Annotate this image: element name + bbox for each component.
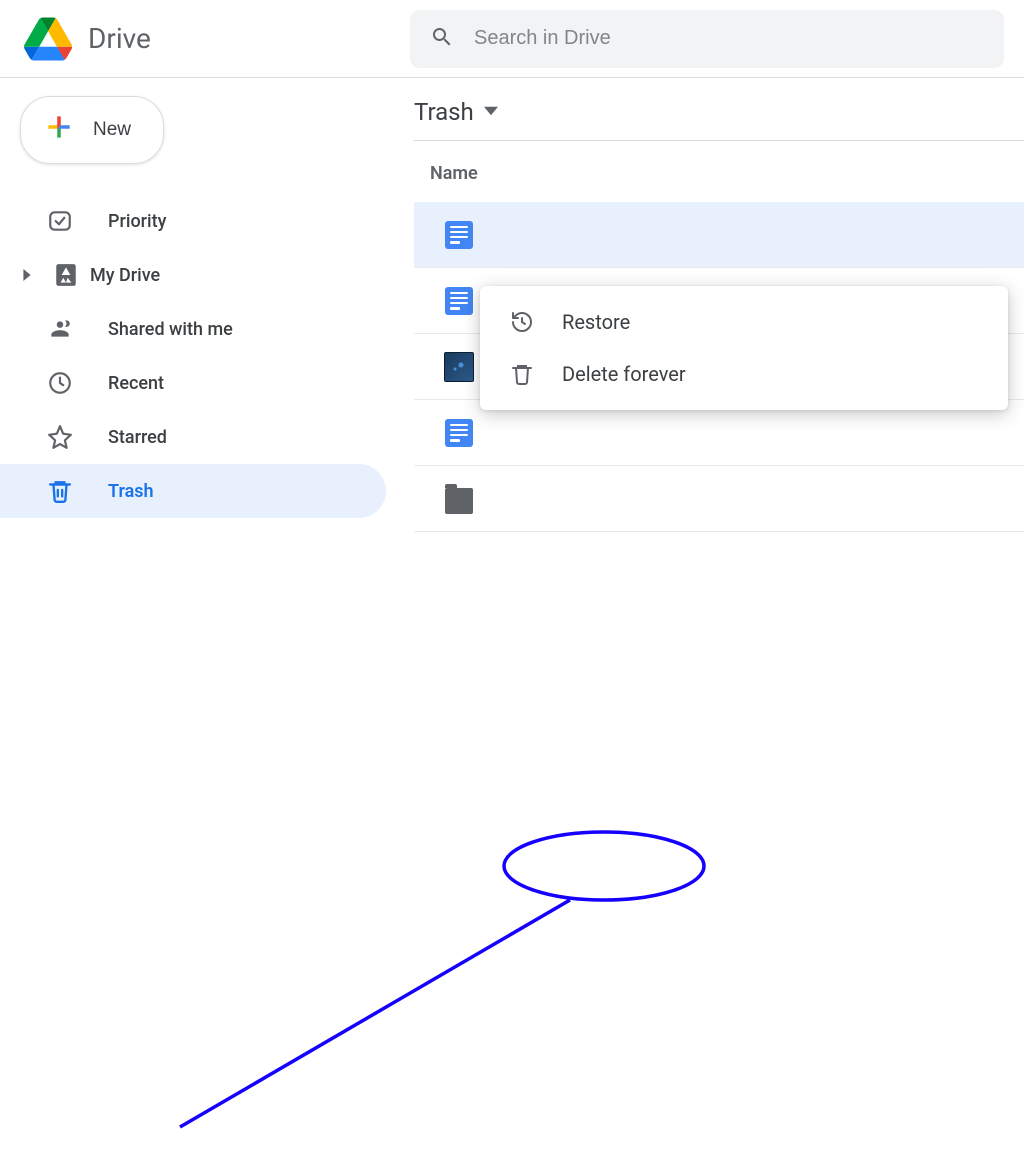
menu-item-restore[interactable]: Restore <box>480 296 1008 348</box>
folder-icon <box>444 484 474 514</box>
new-button-label: New <box>93 119 131 141</box>
caret-right-icon <box>18 269 36 281</box>
page-title: Trash <box>414 98 474 126</box>
annotation-overlay <box>0 532 1024 1170</box>
mydrive-icon <box>52 262 80 288</box>
menu-label: Delete forever <box>562 362 686 386</box>
file-row[interactable] <box>414 202 1024 268</box>
delete-icon <box>510 362 534 386</box>
context-menu: Restore Delete forever <box>480 286 1008 410</box>
restore-icon <box>510 310 534 334</box>
caret-down-icon <box>484 103 498 122</box>
page-header[interactable]: Trash <box>414 98 1024 141</box>
search-bar[interactable] <box>410 10 1004 68</box>
search-input[interactable] <box>474 27 984 50</box>
search-icon <box>430 25 454 53</box>
docs-icon <box>444 220 474 250</box>
sidebar-item-mydrive[interactable]: My Drive <box>0 248 386 302</box>
image-thumb-icon <box>444 352 474 382</box>
header: Drive <box>0 0 1024 78</box>
priority-icon <box>46 208 74 234</box>
app-title: Drive <box>88 22 151 55</box>
sidebar-item-shared[interactable]: Shared with me <box>0 302 386 356</box>
plus-icon <box>43 111 75 149</box>
new-button[interactable]: New <box>20 96 164 164</box>
sidebar-item-recent[interactable]: Recent <box>0 356 386 410</box>
file-row[interactable] <box>414 466 1024 532</box>
sidebar-item-starred[interactable]: Starred <box>0 410 386 464</box>
star-icon <box>46 424 74 450</box>
logo-area: Drive <box>20 11 410 67</box>
menu-label: Restore <box>562 310 630 334</box>
drive-logo-icon[interactable] <box>20 11 76 67</box>
docs-icon <box>444 286 474 316</box>
trash-icon <box>46 478 74 504</box>
shared-icon <box>46 316 74 342</box>
docs-icon <box>444 418 474 448</box>
sidebar-item-trash[interactable]: Trash <box>0 464 386 518</box>
sidebar-item-priority[interactable]: Priority <box>0 194 386 248</box>
menu-item-delete-forever[interactable]: Delete forever <box>480 348 1008 400</box>
recent-icon <box>46 370 74 396</box>
column-header-name[interactable]: Name <box>414 141 1024 202</box>
sidebar: New Priority My Drive <box>0 78 400 532</box>
